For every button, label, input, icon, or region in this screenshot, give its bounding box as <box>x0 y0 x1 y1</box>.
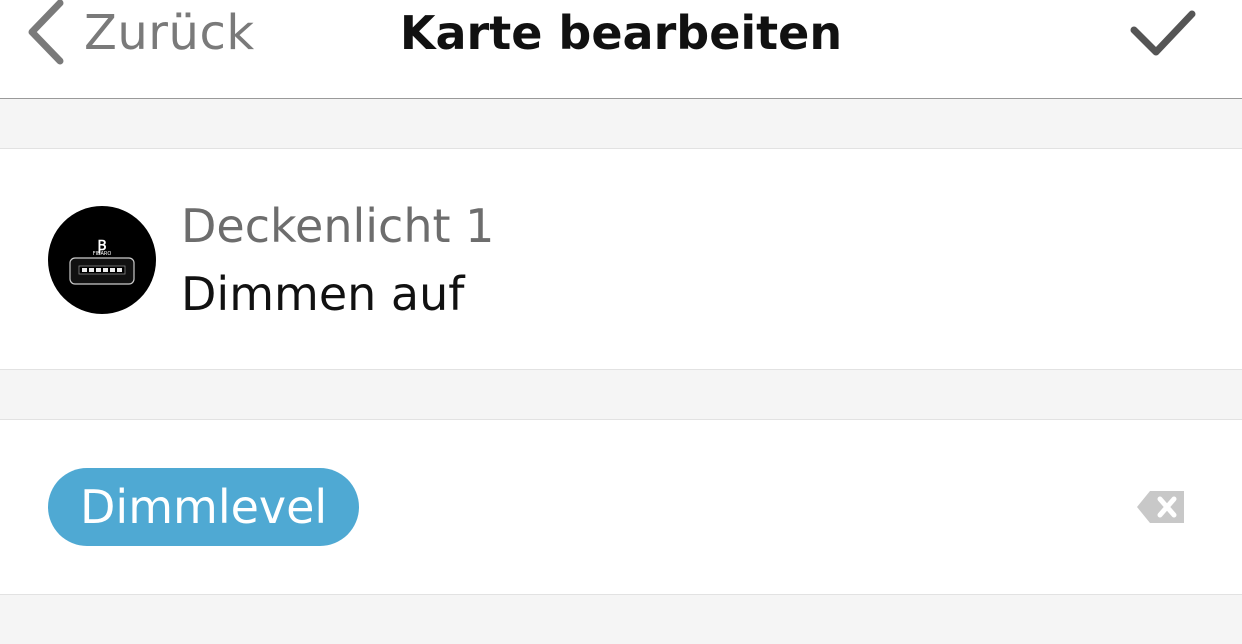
confirm-button[interactable] <box>1128 8 1198 58</box>
device-card[interactable]: Ꞵ FIBARO Deckenlicht 1 Dimmen auf <box>0 148 1242 370</box>
navigation-bar: Zurück Karte bearbeiten <box>0 0 1242 99</box>
svg-text:FIBARO: FIBARO <box>93 251 112 257</box>
dimmlevel-tag[interactable]: Dimmlevel <box>48 468 360 546</box>
fibaro-dimmer-device-icon: Ꞵ FIBARO <box>48 238 156 314</box>
backspace-delete-icon <box>1136 491 1186 528</box>
section-spacer <box>0 99 1242 147</box>
delete-button[interactable] <box>1136 490 1186 524</box>
device-avatar: Ꞵ FIBARO <box>48 206 156 314</box>
parameter-row: Dimmlevel <box>0 419 1242 595</box>
page-title: Karte bearbeiten <box>399 6 843 60</box>
checkmark-icon <box>1128 10 1198 62</box>
device-name: Deckenlicht 1 <box>181 199 495 253</box>
action-name: Dimmen auf <box>181 267 465 321</box>
